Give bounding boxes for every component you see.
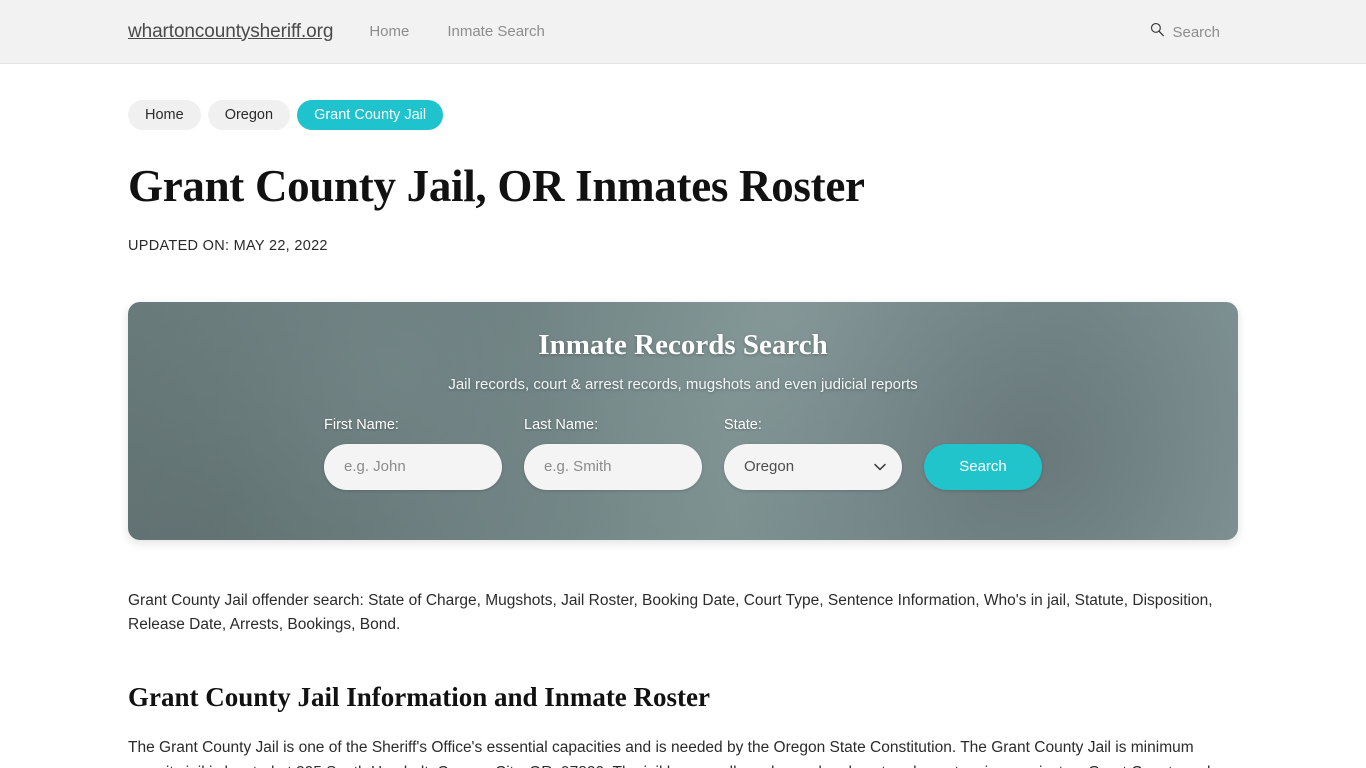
last-name-input[interactable]	[524, 443, 702, 490]
updated-on-label: UPDATED ON: MAY 22, 2022	[128, 237, 328, 254]
inmate-records-search-card: Inmate Records Search Jail records, cour…	[128, 301, 1238, 540]
state-label: State:	[724, 416, 762, 433]
search-icon	[1150, 22, 1165, 42]
first-name-label: First Name:	[324, 416, 399, 433]
nav-item-inmate-search[interactable]: Inmate Search	[447, 23, 545, 40]
offender-search-summary: Grant County Jail offender search: State…	[128, 591, 1213, 633]
section-heading-jail-information: Grant County Jail Information and Inmate…	[128, 682, 711, 713]
search-submit-button[interactable]: Search	[924, 443, 1042, 490]
state-field-group: State: Oregon	[724, 417, 902, 490]
breadcrumb-item-grant-county-jail[interactable]: Grant County Jail	[297, 100, 444, 130]
last-name-field-group: Last Name:	[524, 417, 702, 490]
nav-item-home[interactable]: Home	[369, 23, 409, 40]
main-nav: Home Inmate Search	[369, 23, 545, 40]
search-card-title: Inmate Records Search	[538, 328, 828, 361]
breadcrumb: Home Oregon Grant County Jail	[128, 100, 1238, 130]
first-name-field-group: First Name:	[324, 417, 502, 490]
inmate-search-form: First Name: Last Name: State: Oregon	[324, 417, 1042, 490]
jail-information-paragraph: The Grant County Jail is one of the Sher…	[128, 739, 1210, 768]
search-card-subtitle: Jail records, court & arrest records, mu…	[448, 375, 918, 393]
breadcrumb-item-home[interactable]: Home	[128, 100, 201, 130]
main-content: Home Oregon Grant County Jail Grant Coun…	[0, 100, 1366, 768]
site-header: whartoncountysheriff.org Home Inmate Sea…	[0, 0, 1366, 64]
page-title: Grant County Jail, OR Inmates Roster	[128, 161, 865, 211]
site-logo[interactable]: whartoncountysheriff.org	[128, 21, 333, 43]
first-name-input[interactable]	[324, 443, 502, 490]
header-search-toggle[interactable]: Search	[1150, 22, 1220, 42]
header-search-label: Search	[1172, 23, 1220, 41]
last-name-label: Last Name:	[524, 416, 599, 433]
breadcrumb-item-oregon[interactable]: Oregon	[207, 100, 291, 130]
state-select[interactable]: Oregon	[724, 443, 902, 490]
